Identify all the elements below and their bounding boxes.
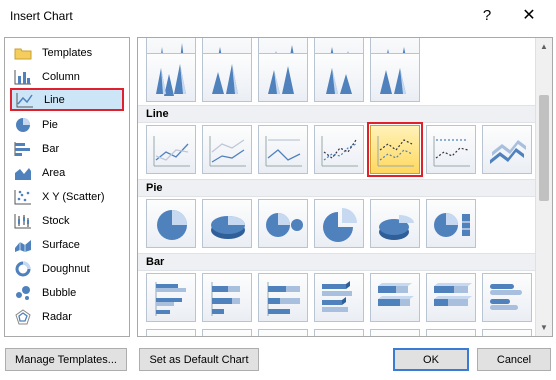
scroll-up-arrow-icon[interactable]: ▲ (536, 38, 552, 55)
section-title: Line (146, 108, 169, 120)
exploded-3d-pie-thumb[interactable] (370, 199, 420, 248)
section-title: Bar (146, 256, 165, 268)
3d-clustered-bar-thumb[interactable] (314, 273, 364, 322)
section-title: Pie (146, 182, 163, 194)
category-label: X Y (Scatter) (42, 190, 105, 203)
clustered-bar-thumb[interactable] (146, 273, 196, 322)
close-button[interactable]: ✕ (518, 5, 540, 27)
3d-line-thumb[interactable] (482, 125, 532, 174)
chart-category-list: Templates Column Line Pie Bar Area X Y (… (4, 37, 130, 337)
category-label: Doughnut (42, 262, 90, 275)
category-item-stock[interactable]: Stock (10, 209, 124, 232)
3d-stacked-bar-thumb[interactable] (370, 273, 420, 322)
category-item-column[interactable]: Column (10, 65, 124, 88)
category-item-doughnut[interactable]: Doughnut (10, 257, 124, 280)
category-item-line[interactable]: Line (10, 88, 124, 111)
section-header-pie: Pie (138, 179, 536, 197)
clustered-horizontal-cylinder-thumb[interactable] (482, 273, 532, 322)
section-header-bar: Bar (138, 253, 536, 271)
scatter-chart-icon (14, 189, 31, 204)
exploded-pie-thumb[interactable] (314, 199, 364, 248)
100-stacked-line-thumb[interactable] (258, 125, 308, 174)
folder-icon (14, 48, 32, 59)
stock-chart-icon (14, 213, 31, 228)
category-item-surface[interactable]: Surface (10, 233, 124, 256)
chart-subtype-gallery: Line Pie Bar ▲ ▼ (137, 37, 553, 337)
manage-templates-button[interactable]: Manage Templates... (5, 348, 127, 371)
set-default-chart-button[interactable]: Set as Default Chart (139, 348, 259, 371)
category-label: Templates (42, 46, 93, 59)
stacked-line-thumb[interactable] (202, 125, 252, 174)
radar-chart-icon (15, 308, 31, 324)
bar-chart-icon (14, 141, 30, 156)
category-label: Line (44, 93, 65, 106)
cone-bar-thumb[interactable] (370, 329, 420, 336)
column-chart-icon (14, 69, 31, 84)
stacked-bar-thumb[interactable] (202, 273, 252, 322)
doughnut-chart-icon (15, 261, 31, 276)
category-label: Column (42, 70, 80, 83)
category-item-radar[interactable]: Radar (10, 305, 124, 328)
100-stacked-line-with-markers-thumb[interactable] (426, 125, 476, 174)
3d-pyramid-thumb[interactable] (146, 53, 196, 102)
category-label: Stock (42, 214, 70, 227)
area-chart-icon (15, 167, 31, 180)
pie-thumb[interactable] (146, 199, 196, 248)
scrollbar-thumb[interactable] (539, 95, 549, 201)
category-item-bubble[interactable]: Bubble (10, 281, 124, 304)
line-chart-icon (16, 92, 33, 107)
cylinder-bar-thumb[interactable] (202, 329, 252, 336)
title-bar: Insert Chart ? ✕ (0, 0, 556, 32)
cancel-button[interactable]: Cancel (477, 348, 551, 371)
pyramid-bar-thumb[interactable] (482, 329, 532, 336)
category-item-pie[interactable]: Pie (10, 113, 124, 136)
3d-pyramid-thumb[interactable] (202, 53, 252, 102)
cone-bar-thumb[interactable] (258, 329, 308, 336)
ok-button[interactable]: OK (393, 348, 469, 371)
100-stacked-bar-thumb[interactable] (258, 273, 308, 322)
help-button[interactable]: ? (476, 5, 498, 27)
cylinder-bar-thumb[interactable] (146, 329, 196, 336)
pyramid-bar-thumb[interactable] (426, 329, 476, 336)
3d-100-stacked-bar-thumb[interactable] (426, 273, 476, 322)
category-item-templates[interactable]: Templates (10, 41, 124, 64)
3d-pyramid-thumb[interactable] (258, 53, 308, 102)
surface-chart-icon (15, 239, 31, 252)
category-label: Surface (42, 238, 80, 251)
cone-bar-thumb[interactable] (314, 329, 364, 336)
pie-chart-icon (16, 117, 30, 132)
category-label: Pie (42, 118, 58, 131)
category-label: Bar (42, 142, 60, 155)
category-item-area[interactable]: Area (10, 161, 124, 184)
gallery-scrollbar[interactable]: ▲ ▼ (535, 38, 552, 336)
line-thumb[interactable] (146, 125, 196, 174)
3d-pyramid-thumb[interactable] (370, 53, 420, 102)
window-title: Insert Chart (10, 9, 73, 23)
3d-pyramid-thumb[interactable] (314, 53, 364, 102)
bar-of-pie-thumb[interactable] (426, 199, 476, 248)
category-label: Bubble (42, 286, 77, 299)
category-label: Radar (42, 310, 72, 323)
line-with-markers-thumb[interactable] (314, 125, 364, 174)
selection-highlight (367, 122, 423, 177)
scroll-down-arrow-icon[interactable]: ▼ (536, 319, 552, 336)
bubble-chart-icon (16, 285, 30, 300)
category-label: Area (42, 166, 66, 179)
pie-of-pie-thumb[interactable] (258, 199, 308, 248)
category-item-bar[interactable]: Bar (10, 137, 124, 160)
category-item-scatter[interactable]: X Y (Scatter) (10, 185, 124, 208)
section-header-line: Line (138, 105, 536, 123)
3d-pie-thumb[interactable] (202, 199, 252, 248)
